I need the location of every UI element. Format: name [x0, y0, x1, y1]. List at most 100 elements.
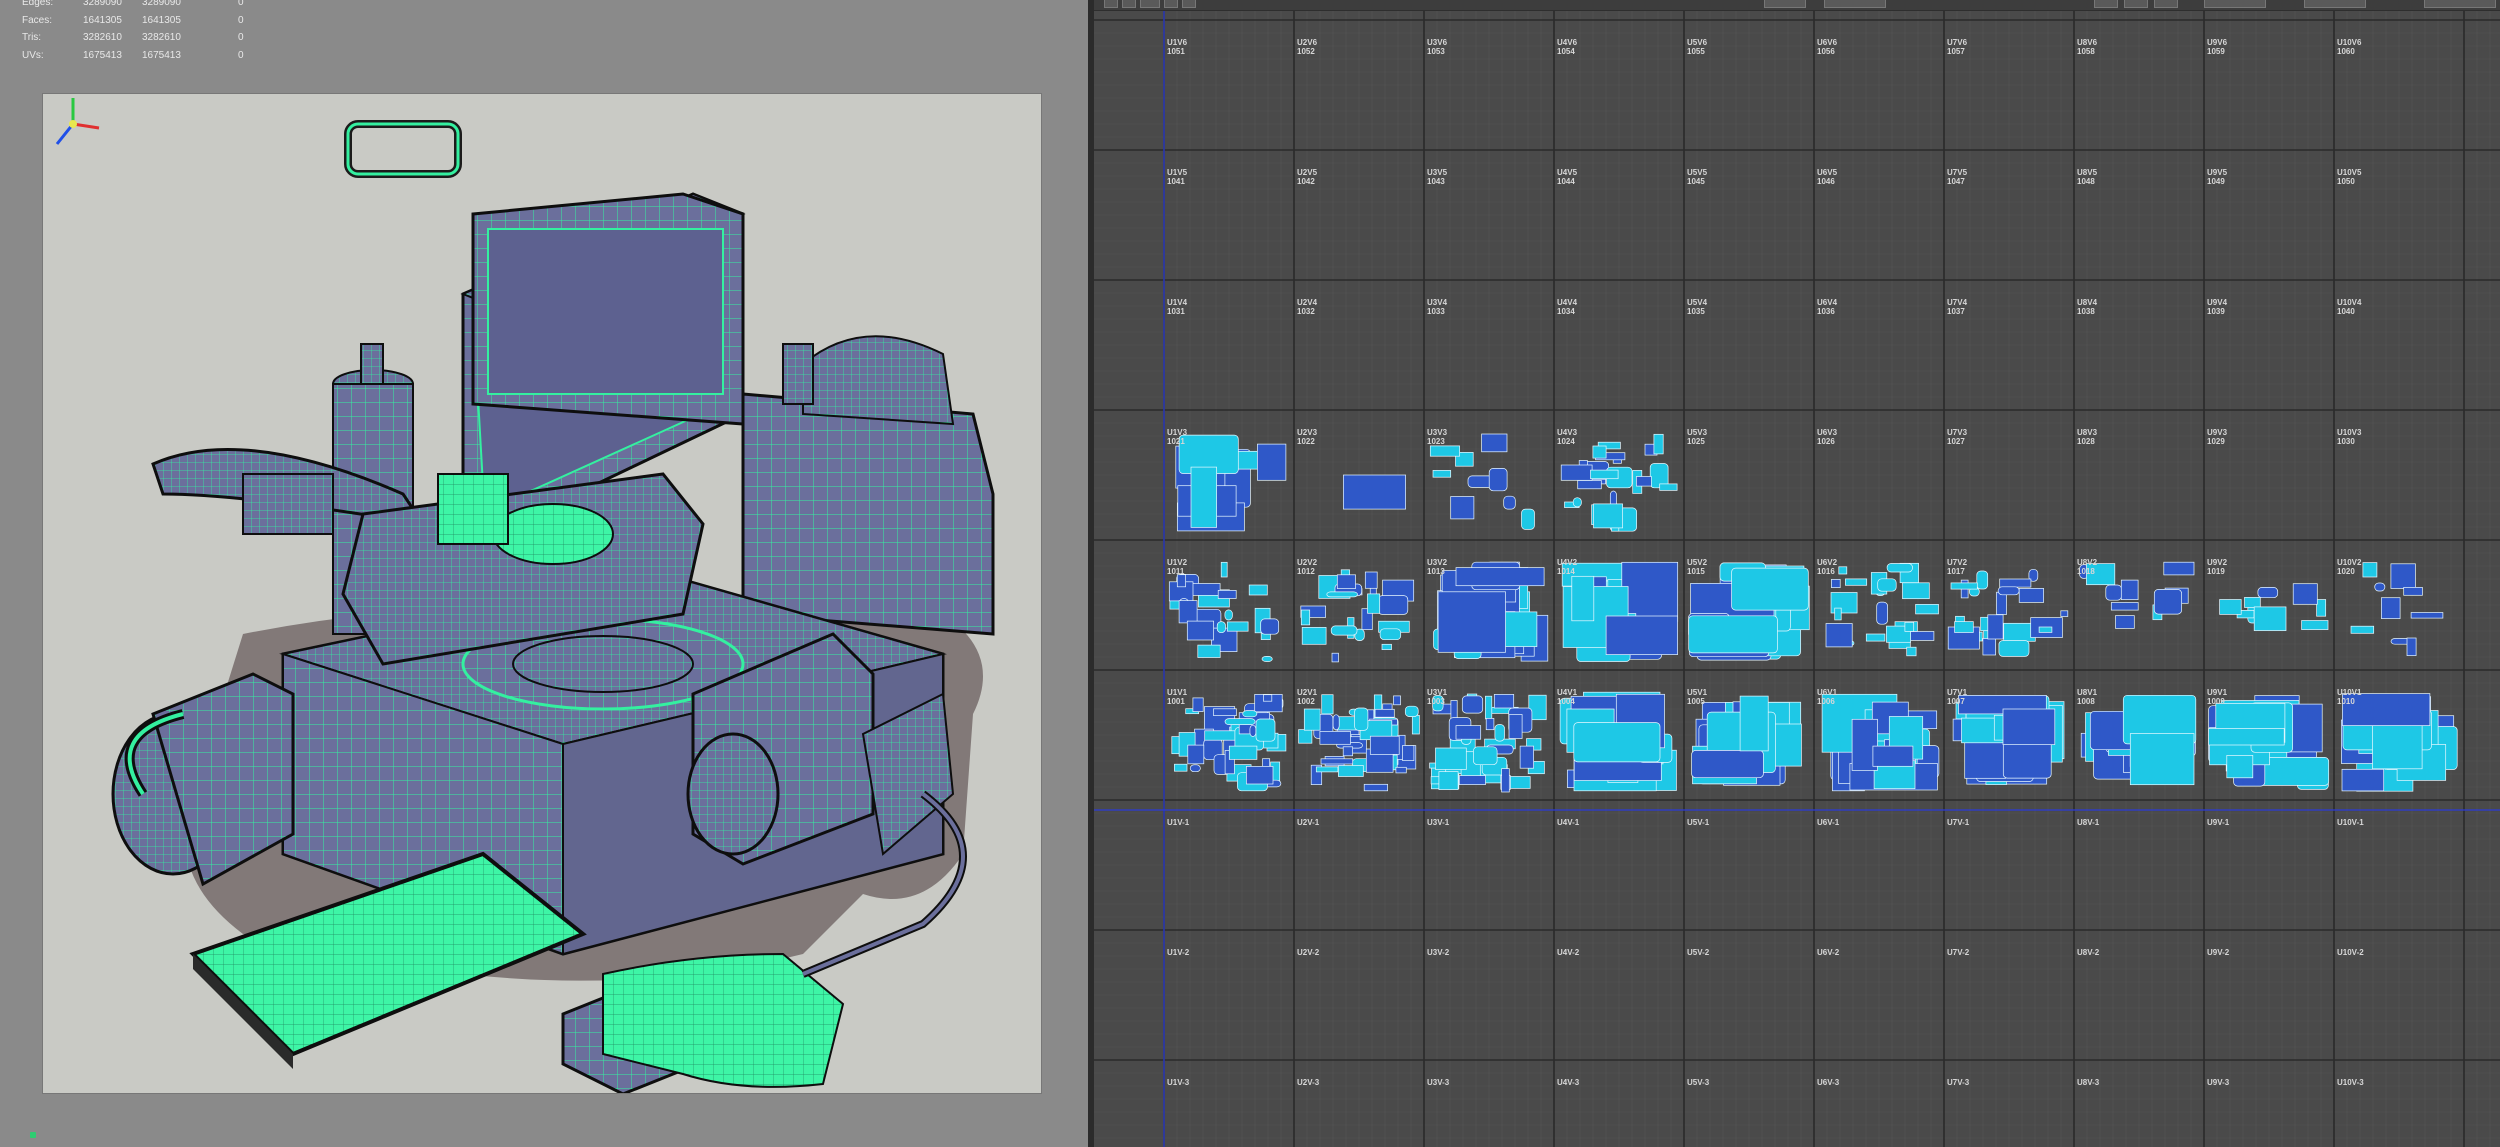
uv-tile-label: U2V2 1012 — [1297, 558, 1318, 576]
uv-tool-button[interactable] — [1104, 0, 1118, 8]
uv-shell — [1330, 625, 1358, 636]
uv-tool-button[interactable] — [2424, 0, 2496, 8]
uv-tile-label: U9V-1 — [2207, 818, 2230, 827]
uv-tile-label: U7V4 1037 — [1947, 298, 1968, 316]
uv-tile-label: U2V3 1022 — [1297, 428, 1318, 446]
uv-tile-label: U5V-1 — [1687, 818, 1710, 827]
uv-tool-button[interactable] — [2154, 0, 2178, 8]
uv-tile-label: U9V-2 — [2207, 948, 2230, 957]
uv-tile-label: U1V-3 — [1167, 1078, 1190, 1087]
uv-shell — [1301, 627, 1327, 645]
uv-tile-label: U1V5 1041 — [1167, 168, 1188, 186]
uv-shell — [1363, 783, 1388, 792]
hud-value: 0 — [238, 0, 244, 8]
uv-tile-label: U5V4 1035 — [1687, 298, 1708, 316]
hud-value: 1641305 — [83, 14, 122, 26]
uv-shell — [1739, 695, 1769, 752]
uv-shell — [1996, 591, 2007, 615]
uv-shell — [1865, 633, 1886, 642]
uv-tile-label: U2V5 1042 — [1297, 168, 1318, 186]
uv-shell — [1429, 445, 1460, 457]
uv-tile-label: U6V2 1016 — [1817, 558, 1838, 576]
uv-shell — [1621, 561, 1679, 622]
uv-tile-label: U7V6 1057 — [1947, 38, 1968, 56]
uv-shell — [1571, 575, 1595, 622]
hud-label: Edges: — [22, 0, 54, 8]
transform-gizmo-icon[interactable] — [43, 94, 103, 154]
uv-tile-label: U10V4 1040 — [2337, 298, 2362, 316]
uv-tile-label: U7V1 1007 — [1947, 688, 1968, 706]
uv-shell — [1381, 643, 1392, 650]
uv-shell — [2406, 637, 2417, 656]
uv-tile-label: U1V-1 — [1167, 818, 1190, 827]
uv-tool-button[interactable] — [1122, 0, 1136, 8]
hud-row-faces: Faces: 1641305 1641305 0 — [22, 12, 244, 30]
uv-tile-label: U1V6 1051 — [1167, 38, 1188, 56]
uv-shell — [1248, 584, 1268, 596]
uv-tile-label: U5V3 1025 — [1687, 428, 1708, 446]
uv-shell — [2403, 587, 2423, 596]
uv-shell — [1450, 496, 1475, 520]
uv-shell — [1354, 707, 1369, 731]
uv-tile-label: U5V5 1045 — [1687, 168, 1708, 186]
render-region[interactable] — [42, 93, 1042, 1094]
uv-tool-button[interactable] — [2094, 0, 2118, 8]
uv-shell — [1336, 574, 1356, 589]
uv-tool-button[interactable] — [2204, 0, 2266, 8]
uv-tile-label: U10V-1 — [2337, 818, 2364, 827]
uv-shell — [1437, 591, 1506, 653]
uv-shell — [1379, 628, 1402, 641]
uv-shell — [2244, 597, 2261, 608]
uv-shell — [2372, 722, 2423, 770]
uv-tile-label: U1V-2 — [1167, 948, 1190, 957]
hud-value: 0 — [238, 32, 244, 43]
hud-value: 3289090 — [83, 0, 122, 8]
uv-shell — [2292, 583, 2318, 605]
poly-count-hud: Edges: 3289090 3289090 0 Faces: 1641305 … — [22, 0, 244, 64]
uv-shell — [1834, 607, 1842, 621]
uv-tile-label: U7V-2 — [1947, 948, 1970, 957]
uv-shell — [1636, 476, 1652, 487]
uv-tool-button[interactable] — [1140, 0, 1160, 8]
uv-shell — [2153, 589, 2182, 615]
uv-tool-button[interactable] — [1824, 0, 1886, 8]
uv-shell — [1189, 764, 1201, 773]
uv-tile-label: U8V5 1048 — [2077, 168, 2098, 186]
uv-shell — [1220, 561, 1228, 578]
uv-tile-label: U2V1 1002 — [1297, 688, 1318, 706]
uv-tile-label: U7V5 1047 — [1947, 168, 1968, 186]
uv-tool-button[interactable] — [2124, 0, 2148, 8]
uv-shell — [1458, 775, 1486, 785]
uv-shell — [1485, 718, 1495, 731]
uv-tool-button[interactable] — [1182, 0, 1196, 8]
uv-tile-label: U10V5 1050 — [2337, 168, 2362, 186]
uv-shell — [1377, 595, 1409, 615]
uv-tool-button[interactable] — [1164, 0, 1178, 8]
uv-tile-label: U4V4 1034 — [1557, 298, 1578, 316]
uv-shell — [1573, 722, 1661, 763]
hud-value: 3289090 — [142, 0, 181, 8]
uv-tile-label: U2V6 1052 — [1297, 38, 1318, 56]
hud-label: UVs: — [22, 49, 44, 61]
uv-tool-button[interactable] — [2304, 0, 2366, 8]
3d-viewport[interactable]: Edges: 3289090 3289090 0 Faces: 1641305 … — [0, 0, 1088, 1147]
uv-shell — [1298, 729, 1313, 744]
uv-shell — [1825, 623, 1853, 648]
uv-editor-panel[interactable]: U1V6 1051 U2V6 1052 U3V6 1053 U4V6 1054 U5V6 1055… — [1094, 0, 2500, 1147]
uv-shell — [1224, 609, 1233, 621]
uv-shell — [2208, 728, 2285, 746]
uv-shell — [1257, 443, 1287, 481]
uv-tool-button[interactable] — [1764, 0, 1806, 8]
uv-shell — [2002, 708, 2056, 745]
uv-tile-label: U8V1 1008 — [2077, 688, 2098, 706]
uv-shell — [1902, 582, 1930, 600]
uv-shell — [1432, 470, 1452, 478]
uv-shell — [1845, 578, 1868, 586]
uv-shell — [1592, 445, 1607, 459]
uv-tile-label: U3V5 1043 — [1427, 168, 1448, 186]
uv-tile-label: U2V-1 — [1297, 818, 1320, 827]
uv-shell — [1343, 474, 1406, 510]
uv-shell — [2390, 563, 2416, 589]
uv-shell — [1213, 708, 1237, 716]
uv-shell — [1473, 746, 1498, 766]
